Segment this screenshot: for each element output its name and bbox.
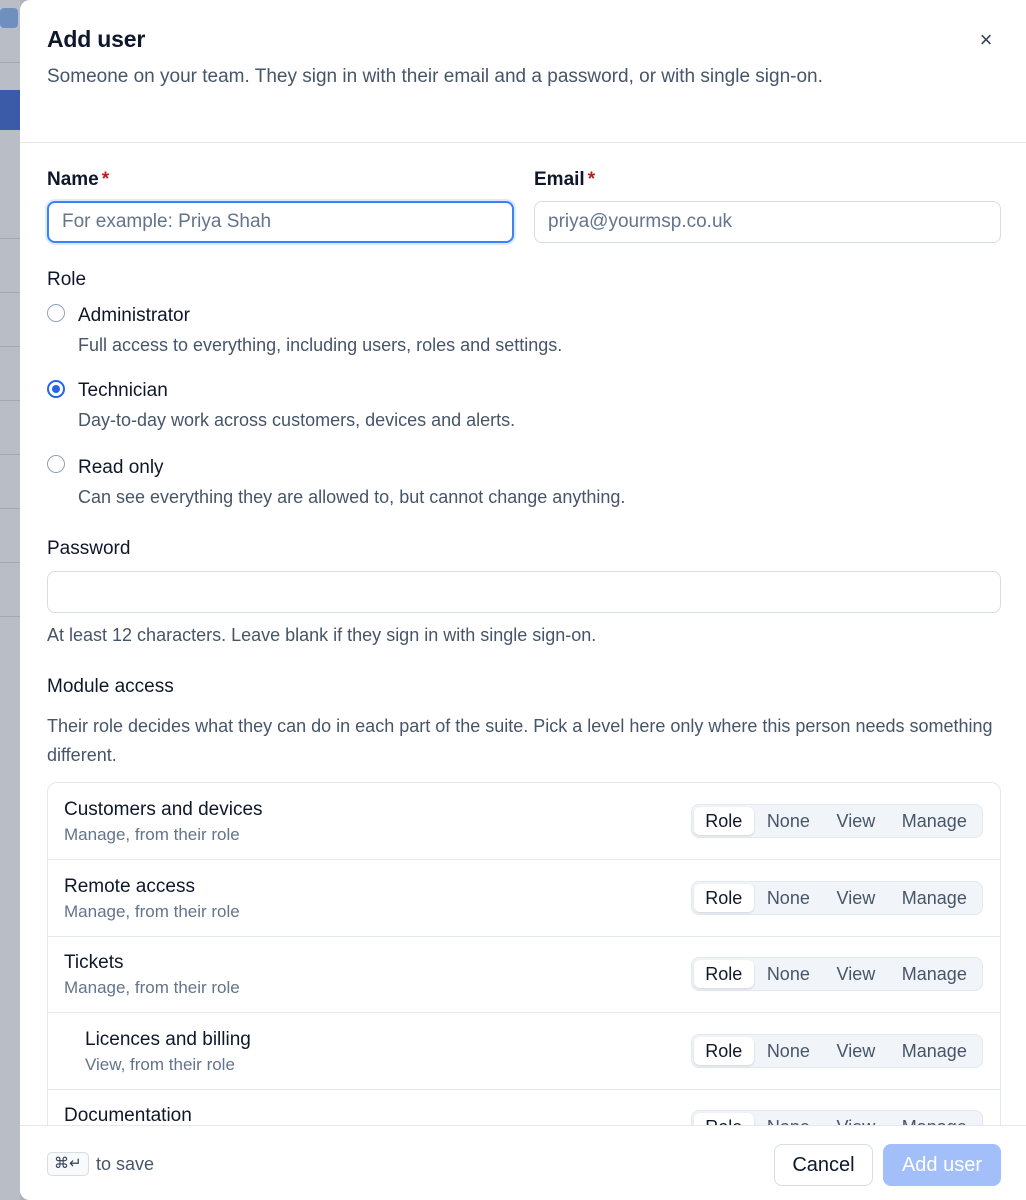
access-level-selector: Role None View Manage — [691, 1034, 983, 1068]
add-user-dialog: Add user Someone on your team. They sign… — [20, 0, 1026, 1200]
access-level-selector: Role None View Manage — [691, 881, 983, 915]
level-manage-option[interactable]: Manage — [889, 1113, 980, 1126]
level-manage-option[interactable]: Manage — [889, 1037, 980, 1065]
level-role-option[interactable]: Role — [694, 1037, 754, 1065]
cancel-button[interactable]: Cancel — [774, 1144, 873, 1186]
level-none-option[interactable]: None — [754, 960, 824, 988]
role-option-description: Day-to-day work across customers, device… — [78, 410, 516, 430]
module-row: Licences and billing View, from their ro… — [48, 1013, 1000, 1090]
email-input[interactable] — [534, 201, 1001, 243]
role-option-description: Can see everything they are allowed to, … — [78, 487, 626, 507]
level-manage-option[interactable]: Manage — [889, 960, 980, 988]
name-label: Name * — [47, 169, 109, 191]
module-name: Customers and devices — [64, 799, 263, 820]
module-name: Documentation — [64, 1105, 192, 1125]
level-role-option[interactable]: Role — [694, 884, 754, 912]
email-label: Email * — [534, 169, 595, 191]
module-row: Customers and devices Manage, from their… — [48, 783, 1000, 860]
background-divider — [0, 292, 20, 293]
role-radio-technician[interactable] — [47, 380, 65, 398]
background-nav-active-item — [0, 90, 20, 130]
dialog-footer: ⌘↵ to save Cancel Add user — [20, 1125, 1026, 1200]
level-role-option[interactable]: Role — [694, 807, 754, 835]
background-divider — [0, 400, 20, 401]
name-label-text: Name — [47, 169, 99, 190]
level-view-option[interactable]: View — [823, 1113, 889, 1126]
background-divider — [0, 508, 20, 509]
role-option-title[interactable]: Technician — [78, 380, 168, 402]
module-access-label: Module access — [47, 676, 174, 697]
background-app — [0, 0, 20, 1200]
module-sub: Manage, from their role — [64, 825, 240, 844]
keyboard-shortcut-hint: ⌘↵ — [47, 1152, 89, 1176]
module-name: Tickets — [64, 952, 124, 973]
module-name: Licences and billing — [85, 1029, 251, 1050]
dialog-body: Name* Email* Role Administrator Full acc… — [20, 143, 1026, 1125]
module-access-description: Their role decides what they can do in e… — [47, 716, 993, 765]
level-view-option[interactable]: View — [823, 807, 889, 835]
module-sub: View, from their role — [85, 1055, 235, 1074]
add-user-button[interactable]: Add user — [883, 1144, 1001, 1186]
role-radio-read-only[interactable] — [47, 455, 65, 473]
access-level-selector: Role None View Manage — [691, 1110, 983, 1125]
background-divider — [0, 346, 20, 347]
level-view-option[interactable]: View — [823, 884, 889, 912]
background-divider — [0, 616, 20, 617]
dialog-subtitle: Someone on your team. They sign in with … — [47, 66, 823, 87]
level-role-option[interactable]: Role — [694, 960, 754, 988]
required-marker: * — [101, 169, 110, 190]
role-radio-administrator[interactable] — [47, 304, 65, 322]
background-divider — [0, 562, 20, 563]
password-help: At least 12 characters. Leave blank if t… — [47, 625, 597, 645]
access-level-selector: Role None View Manage — [691, 804, 983, 838]
role-label: Role — [47, 269, 87, 290]
module-row: Remote access Manage, from their role Ro… — [48, 860, 1000, 937]
password-label: Password — [47, 538, 131, 559]
module-name: Remote access — [64, 876, 195, 897]
role-option-title[interactable]: Read only — [78, 457, 164, 479]
dialog-header: Add user Someone on your team. They sign… — [20, 0, 1026, 143]
level-none-option[interactable]: None — [754, 1037, 824, 1065]
background-divider — [0, 238, 20, 239]
dialog-title: Add user — [47, 26, 146, 52]
email-label-text: Email — [534, 169, 585, 190]
module-row: Tickets Manage, from their role Role Non… — [48, 936, 1000, 1013]
shortcut-text: to save — [96, 1154, 155, 1174]
close-icon[interactable]: × — [972, 26, 1000, 54]
level-manage-option[interactable]: Manage — [889, 807, 980, 835]
level-none-option[interactable]: None — [754, 807, 824, 835]
module-sub: Manage, from their role — [64, 978, 240, 997]
background-divider — [0, 454, 20, 455]
level-none-option[interactable]: None — [754, 884, 824, 912]
access-level-selector: Role None View Manage — [691, 957, 983, 991]
app-logo-icon — [0, 8, 18, 28]
role-option-title[interactable]: Administrator — [78, 305, 190, 327]
background-divider — [0, 62, 20, 63]
module-row: Documentation Role None View Manage — [48, 1089, 1000, 1125]
level-none-option[interactable]: None — [754, 1113, 824, 1126]
module-sub: Manage, from their role — [64, 902, 240, 921]
name-input[interactable] — [47, 201, 514, 243]
password-input[interactable] — [47, 571, 1001, 613]
level-view-option[interactable]: View — [823, 960, 889, 988]
level-view-option[interactable]: View — [823, 1037, 889, 1065]
role-option-description: Full access to everything, including use… — [78, 335, 563, 355]
level-role-option[interactable]: Role — [694, 1113, 754, 1125]
level-manage-option[interactable]: Manage — [889, 884, 980, 912]
required-marker: * — [587, 169, 596, 190]
module-access-table: Customers and devices Manage, from their… — [47, 782, 1001, 1125]
